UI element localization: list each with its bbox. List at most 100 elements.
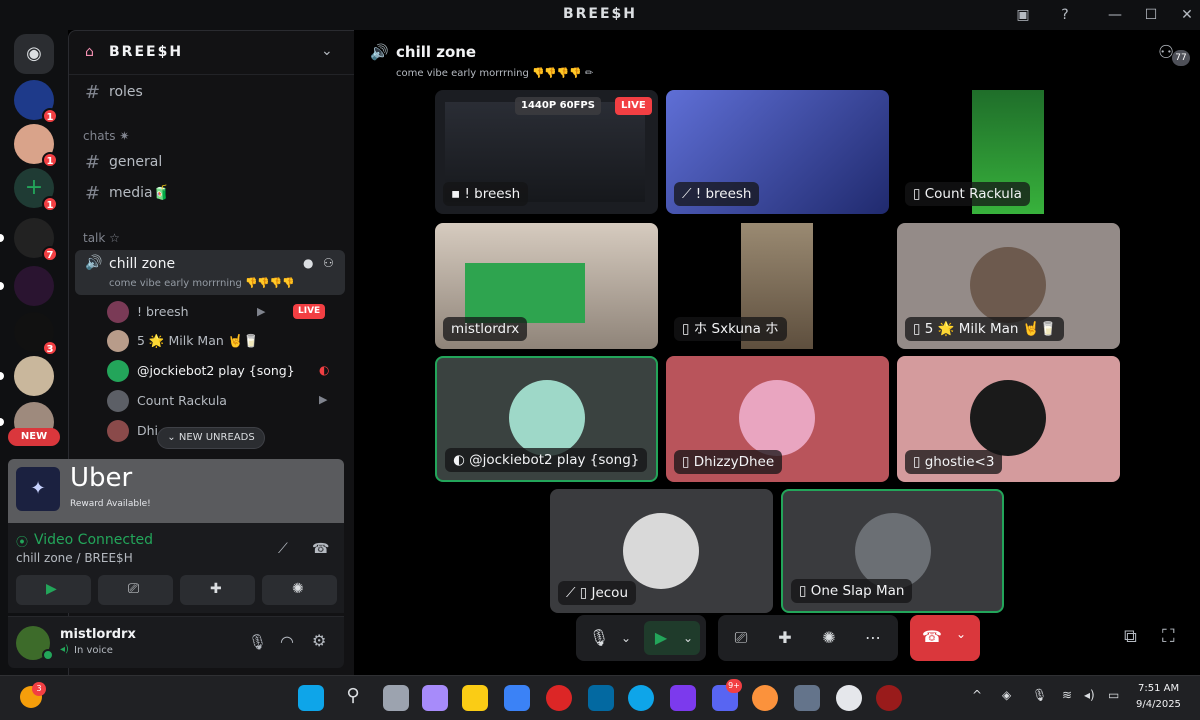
server-icon-5[interactable]: 3	[14, 312, 58, 356]
chat-member-icon[interactable]: ⚇ 77	[1158, 40, 1190, 70]
fullscreen-icon[interactable]: ⛶	[1162, 626, 1175, 647]
member-count: 77	[1172, 50, 1190, 66]
clock-time[interactable]: 7:51 AM	[1138, 683, 1179, 694]
minimize-button[interactable]: —	[1104, 4, 1126, 26]
category-talk[interactable]: talk ☆	[83, 231, 120, 245]
app-icon[interactable]	[670, 685, 696, 711]
server-icon-2[interactable]: 1	[14, 124, 58, 168]
new-unreads-button[interactable]: ⌄ NEW UNREADS	[157, 427, 265, 449]
mobile-icon: ▯	[799, 583, 811, 599]
windows-start-icon[interactable]	[298, 685, 324, 711]
tray-chevron-icon[interactable]: ^	[972, 688, 982, 702]
opera-icon[interactable]	[546, 685, 572, 711]
microphone-icon[interactable]: 🎙	[1032, 688, 1047, 702]
camera-app-icon[interactable]	[794, 685, 820, 711]
headphones-icon[interactable]: ◠	[280, 632, 294, 651]
video-tile[interactable]: ▯ DhizzyDhee	[666, 356, 889, 482]
soundboard-button[interactable]: ✺	[262, 575, 337, 605]
category-chats[interactable]: chats ✷	[83, 129, 129, 143]
screen-share-icon[interactable]: ⎚	[728, 615, 754, 661]
copilot-icon[interactable]	[422, 685, 448, 711]
disconnect-button[interactable]: ☎ ⌄	[910, 615, 980, 661]
store-icon[interactable]	[504, 685, 530, 711]
camera-button[interactable]: ▶	[16, 575, 91, 605]
video-tile[interactable]: ▯ Count Rackula	[897, 90, 1120, 214]
avatar	[107, 360, 129, 382]
pop-out-icon[interactable]: ⧉	[1124, 626, 1137, 647]
help-icon[interactable]: ?	[1054, 4, 1076, 26]
microphone-icon[interactable]: 🎙	[586, 615, 612, 661]
inbox-icon[interactable]: ▣	[1012, 4, 1034, 26]
server-header[interactable]: ⌂ BREE$H ⌄	[69, 31, 355, 75]
voice-user[interactable]: ! breesh ▶ LIVE	[107, 299, 337, 325]
mobile-icon: ▯	[682, 321, 694, 337]
video-tile[interactable]: ▯ One Slap Man	[781, 489, 1004, 613]
maximize-button[interactable]: ☐	[1140, 4, 1162, 26]
promo-brand: Uber	[70, 463, 133, 493]
noise-suppression-icon[interactable]: ⟋	[278, 541, 288, 557]
video-tile[interactable]: ⟋ ▯ Jecou	[550, 489, 773, 613]
edge-icon[interactable]	[628, 685, 654, 711]
discord-home-icon[interactable]: ◉	[14, 34, 54, 74]
close-button[interactable]: ✕	[1176, 4, 1198, 26]
discord-badge: 9+	[726, 679, 742, 693]
weather-icon[interactable]: 3	[20, 682, 46, 708]
add-user-icon[interactable]: ⚇	[323, 256, 334, 270]
app-icon[interactable]	[836, 685, 862, 711]
video-tile[interactable]: 1440P 60FPS LIVE ▪ ! breesh	[435, 90, 658, 214]
voice-user[interactable]: Count Rackula ▶	[107, 388, 337, 414]
opera-gx-icon[interactable]	[876, 685, 902, 711]
volume-icon[interactable]: ◂)	[1084, 688, 1095, 702]
promo-banner[interactable]: ✦ Uber Reward Available!	[8, 459, 344, 523]
voice-location[interactable]: chill zone / BREE$H	[16, 551, 133, 565]
settings-gear-icon[interactable]: ⚙	[312, 631, 326, 650]
chat-icon[interactable]: ●	[303, 256, 313, 270]
voice-user[interactable]: 5 🌟 Milk Man 🤘🥛	[107, 328, 337, 354]
server-icon-4[interactable]	[0, 266, 54, 306]
channel-media[interactable]: # media🧃	[77, 179, 347, 209]
discord-taskbar-icon[interactable]: 9+	[712, 679, 742, 711]
hash-icon: #	[85, 82, 101, 103]
server-icon-1[interactable]: 1	[14, 80, 58, 124]
chevron-down-icon[interactable]: ⌄	[678, 615, 698, 661]
disconnect-icon[interactable]: ☎	[312, 541, 329, 557]
gamepad-icon[interactable]: ✚	[772, 615, 798, 661]
wifi-icon[interactable]: ≋	[1062, 688, 1072, 702]
screen-share-button[interactable]: ⎚	[98, 575, 173, 605]
video-tile[interactable]: ▯ 5 🌟 Milk Man 🤘🥛	[897, 223, 1120, 349]
task-view-icon[interactable]	[383, 685, 409, 711]
unread-badge: 3	[42, 340, 58, 356]
channel-general[interactable]: # general	[77, 148, 347, 178]
file-explorer-icon[interactable]	[462, 685, 488, 711]
media-controls: 🎙 ⌄ ▶ ⌄	[576, 615, 706, 661]
channel-topic[interactable]: come vibe early morrrning 👎👎👎👎 ✏	[396, 68, 593, 79]
add-server-icon[interactable]: +1	[14, 168, 58, 212]
soundboard-icon[interactable]: ✺	[816, 615, 842, 661]
channel-roles[interactable]: # roles	[77, 78, 347, 108]
video-tile[interactable]: ◐ @jockiebot2 play {song}	[435, 356, 658, 482]
new-badge[interactable]: NEW	[8, 428, 60, 446]
server-icon-3[interactable]: 7	[0, 218, 58, 262]
avatar	[855, 513, 931, 589]
video-tile[interactable]: ▯ ghostie<3	[897, 356, 1120, 482]
username[interactable]: mistlordrx	[60, 627, 136, 642]
server-icon-6[interactable]	[0, 356, 54, 396]
video-tile[interactable]: ▯ ホ Sxkuna ホ	[666, 223, 889, 349]
more-options-icon[interactable]: ⋯	[860, 615, 886, 661]
app-icon[interactable]	[752, 685, 778, 711]
clock-date[interactable]: 9/4/2025	[1136, 699, 1181, 710]
chevron-down-icon[interactable]: ⌄	[616, 615, 636, 661]
video-tile[interactable]: mistlordrx	[435, 223, 658, 349]
voice-status[interactable]: Video Connected	[34, 532, 153, 548]
voice-channel-chill-zone[interactable]: 🔊 chill zone come vibe early morrrning 👎…	[75, 250, 345, 295]
mobile-icon: ▯	[913, 186, 925, 202]
voice-channel-status: come vibe early morrrning 👎👎👎👎	[109, 278, 295, 289]
microphone-icon[interactable]: 🎙	[248, 633, 267, 651]
tray-app-icon[interactable]: ◈	[1002, 688, 1011, 702]
activity-button[interactable]: ✚	[180, 575, 255, 605]
video-tile[interactable]: ⟋ ! breesh	[666, 90, 889, 214]
battery-icon[interactable]: ▭	[1108, 688, 1119, 702]
outlook-icon[interactable]	[588, 685, 614, 711]
search-icon[interactable]: ⚲	[340, 685, 366, 711]
voice-user[interactable]: @jockiebot2 play {song} ◐	[107, 358, 337, 384]
